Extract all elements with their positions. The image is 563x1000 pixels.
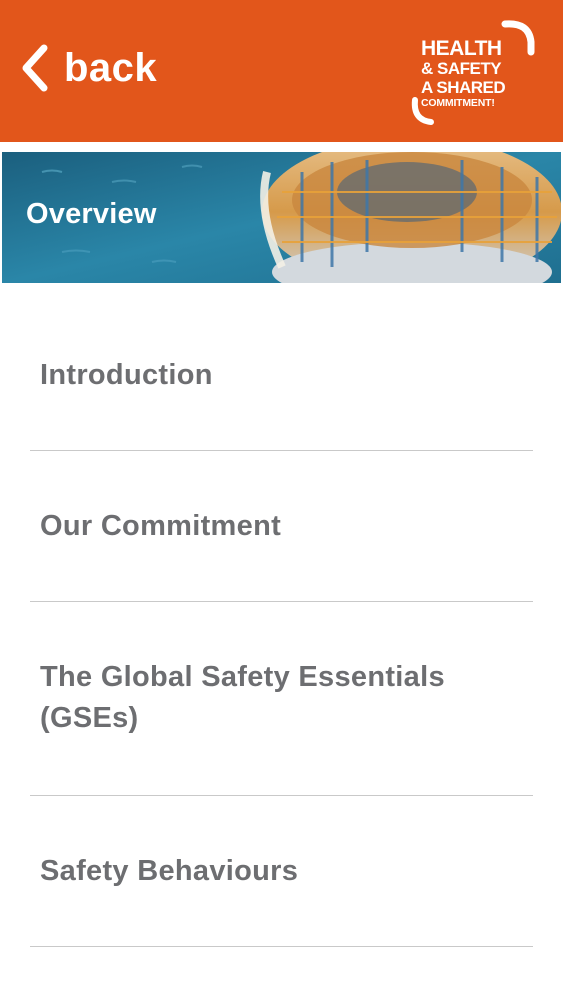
menu-item-label: The Global Safety Essentials (GSEs): [40, 661, 445, 734]
menu-item-safety-behaviours[interactable]: Safety Behaviours: [30, 796, 533, 947]
logo-text: HEALTH & SAFETY A SHARED COMMITMENT!: [421, 37, 506, 109]
back-label: back: [64, 45, 158, 90]
logo-line-health: HEALTH: [421, 37, 502, 60]
menu-item-introduction[interactable]: Introduction: [30, 300, 533, 451]
logo-line-safety: & SAFETY: [421, 59, 502, 78]
back-button[interactable]: back: [18, 38, 157, 98]
banner-title: Overview: [26, 198, 157, 230]
menu-item-label: Introduction: [40, 359, 213, 391]
menu-item-label: Our Commitment: [40, 510, 282, 542]
chevron-left-icon: [22, 44, 48, 92]
app-screen: back HEALTH & SAFETY A SHARED COMMITMENT…: [0, 0, 563, 1000]
logo-line-commitment: COMMITMENT!: [421, 97, 495, 109]
menu-item-our-commitment[interactable]: Our Commitment: [30, 451, 533, 602]
header-bar: back HEALTH & SAFETY A SHARED COMMITMENT…: [0, 0, 563, 142]
health-safety-logo: HEALTH & SAFETY A SHARED COMMITMENT!: [405, 18, 545, 128]
logo-line-shared: A SHARED: [421, 78, 506, 97]
overview-banner: Overview: [2, 152, 561, 283]
menu-item-global-safety-essentials[interactable]: The Global Safety Essentials (GSEs): [30, 602, 533, 796]
menu-item-label: Safety Behaviours: [40, 855, 299, 887]
